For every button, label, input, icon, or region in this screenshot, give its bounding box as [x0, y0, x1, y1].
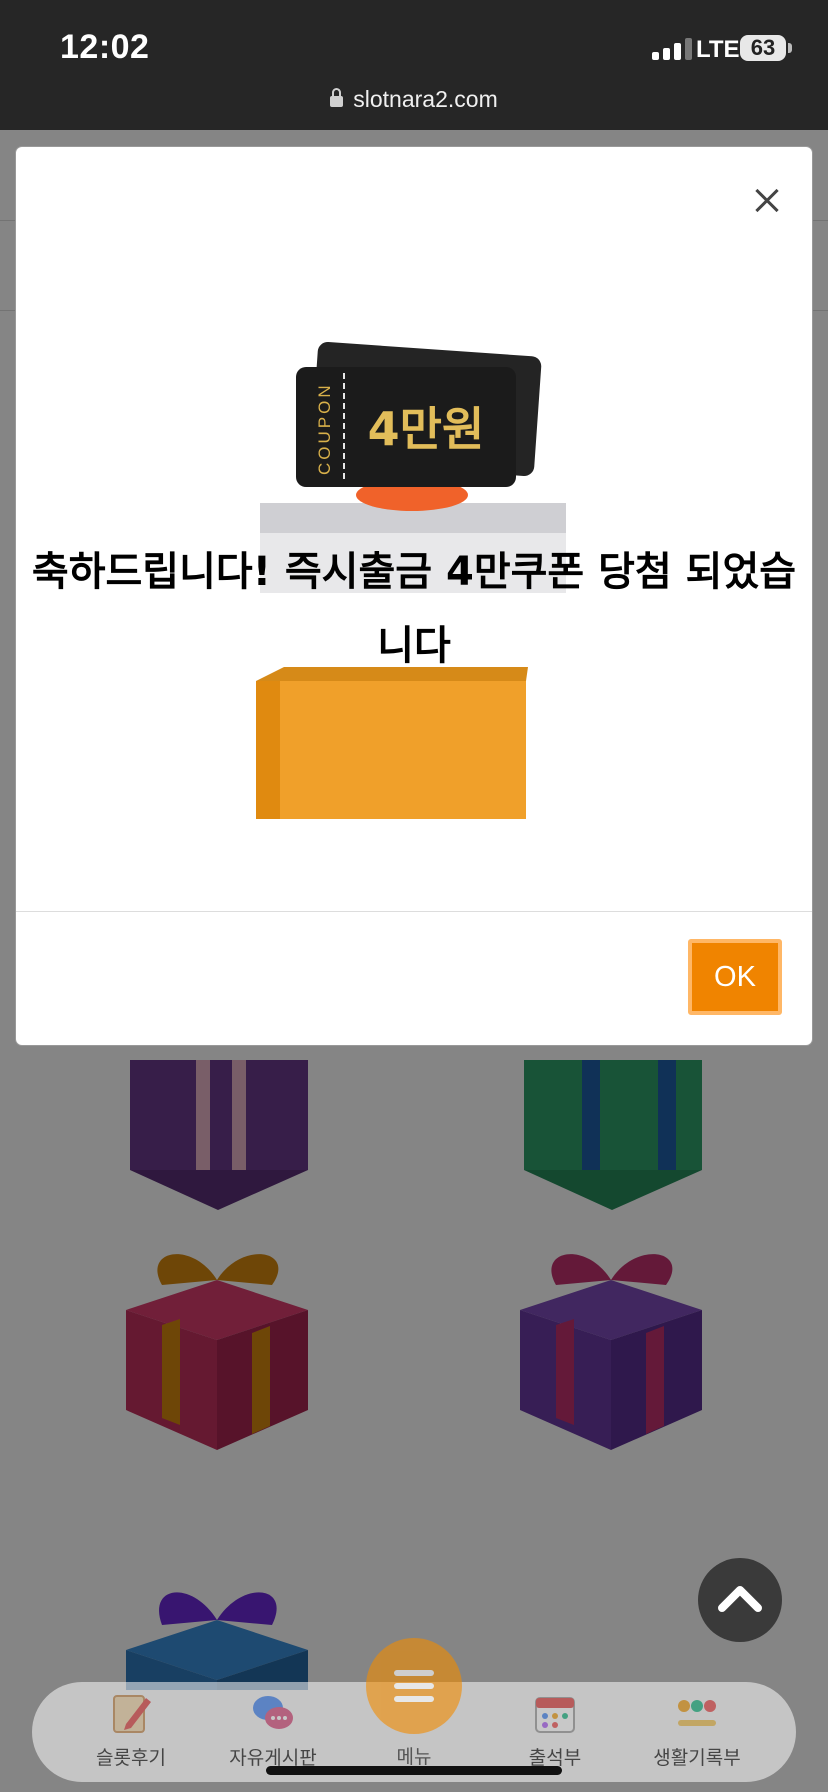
chevron-up-icon — [718, 1586, 762, 1612]
nav-item-attendance[interactable]: 출석부 — [500, 1690, 610, 1770]
url-text: slotnara2.com — [353, 86, 498, 112]
emoji-faces-icon — [678, 1700, 716, 1726]
coupon-side-text: COUPON — [315, 382, 334, 475]
ok-button[interactable]: OK — [688, 939, 782, 1015]
clock: 12:02 — [60, 28, 150, 66]
pencil-note-icon — [113, 1695, 151, 1733]
lock-icon — [330, 88, 344, 107]
win-message: 축하드립니다! 즉시출금 4만쿠폰 당첨 되었습니다 — [31, 549, 797, 669]
battery-icon: 63 — [740, 35, 792, 61]
home-indicator[interactable] — [266, 1766, 562, 1775]
modal-divider — [16, 911, 812, 912]
network-type: LTE — [696, 36, 740, 63]
address-bar[interactable]: slotnara2.com — [0, 86, 828, 113]
cellular-signal-icon — [652, 38, 692, 60]
status-bar: 12:02 LTE 63 slotnara2.com — [0, 0, 828, 130]
nav-item-slot-review[interactable]: 슬롯후기 — [76, 1690, 186, 1770]
calendar-icon — [535, 1697, 575, 1733]
nav-label: 생활기록부 — [653, 1748, 741, 1769]
close-icon[interactable] — [750, 181, 790, 221]
coupon-amount: 4만원 — [368, 402, 485, 456]
chat-bubbles-icon — [253, 1696, 293, 1729]
nav-item-life-record[interactable]: 생활기록부 — [642, 1690, 752, 1770]
scroll-to-top-button[interactable] — [698, 1558, 782, 1642]
coupon-win-modal: COUPON 4만원 축하드립니다! 즉시출금 4만쿠폰 당첨 되었습니다 OK — [16, 147, 812, 1045]
battery-level: 63 — [750, 35, 776, 60]
nav-item-free-board[interactable]: 자유게시판 — [218, 1690, 328, 1770]
menu-button[interactable] — [366, 1638, 462, 1734]
nav-label: 슬롯후기 — [96, 1748, 166, 1769]
menu-label: 메뉴 — [396, 1747, 432, 1768]
